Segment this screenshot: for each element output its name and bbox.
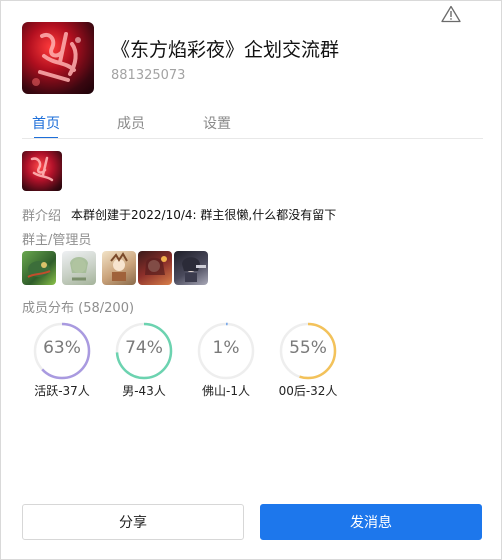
admin-avatar[interactable] [22,251,56,285]
admin-avatar[interactable] [138,251,172,285]
stat-percent: 63% [43,338,81,358]
group-id: 881325073 [111,68,186,83]
stat-male: 74% 男-43人 [112,319,176,398]
stat-region: 1% 佛山-1人 [194,319,258,398]
group-profile-window: 《东方焰彩夜》企划交流群 881325073 首页 成员 设置 群介绍 本群创建… [0,0,502,560]
stat-active: 63% 活跃-37人 [30,319,94,398]
tab-members[interactable]: 成员 [117,113,145,133]
stat-percent: 55% [289,338,327,358]
share-button[interactable]: 分享 [22,504,244,540]
group-avatar [22,22,94,94]
intro-text: 本群创建于2022/10/4: 群主很懒,什么都没有留下 [71,208,337,222]
stat-percent: 74% [125,338,163,358]
tab-settings[interactable]: 设置 [203,113,231,133]
distribution-title: 成员分布 [22,301,75,316]
distribution-label: 成员分布 (58/200) [22,297,134,316]
member-distribution-stats: 63% 活跃-37人 74% 男-43人 1% 佛山-1人 55% 00后-32… [22,319,382,399]
tab-bar: 首页 成员 设置 [1,109,483,139]
tab-home[interactable]: 首页 [32,113,60,133]
intro-label: 群介绍 [22,209,62,224]
group-avatar-small [22,151,62,191]
admins-label: 群主/管理员 [22,233,92,248]
stat-age: 55% 00后-32人 [276,319,340,398]
stat-label: 00后-32人 [278,384,338,398]
group-name: 《东方焰彩夜》企划交流群 [111,39,340,61]
warning-triangle-icon[interactable] [441,5,461,23]
member-count: (58/200) [78,301,135,316]
stat-percent: 1% [212,338,240,358]
tab-divider [22,138,483,139]
admin-avatar[interactable] [62,251,96,285]
send-message-button[interactable]: 发消息 [260,504,482,540]
admin-avatar[interactable] [102,251,136,285]
admin-avatar[interactable] [174,251,208,285]
